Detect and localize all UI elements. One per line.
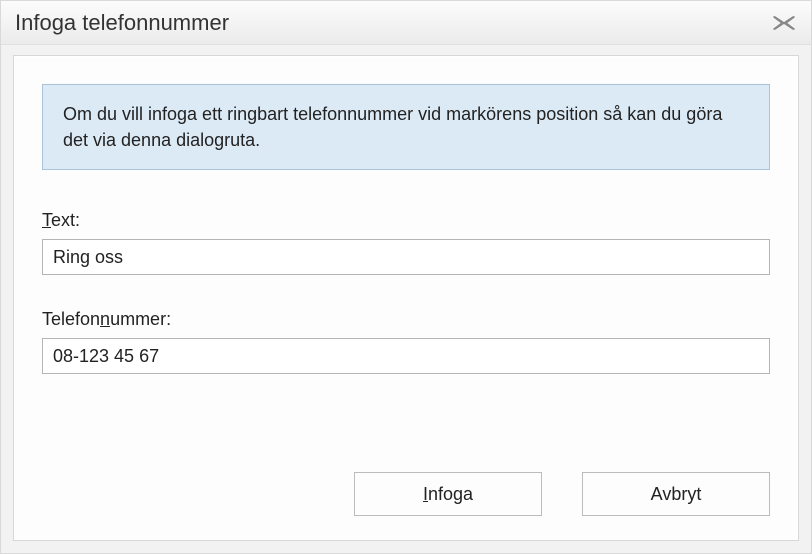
insert-button[interactable]: Infoga [354, 472, 542, 516]
phone-field[interactable] [42, 338, 770, 374]
close-icon[interactable] [771, 14, 797, 32]
phone-field-label: Telefonnummer: [42, 309, 770, 330]
dialog-title: Infoga telefonnummer [15, 10, 771, 36]
button-row: Infoga Avbryt [354, 472, 770, 516]
text-field[interactable] [42, 239, 770, 275]
titlebar: Infoga telefonnummer [1, 1, 811, 45]
info-panel: Om du vill infoga ett ringbart telefonnu… [42, 84, 770, 170]
dialog-window: Infoga telefonnummer Om du vill infoga e… [0, 0, 812, 554]
dialog-body: Om du vill infoga ett ringbart telefonnu… [13, 55, 799, 541]
text-field-label: Text: [42, 210, 770, 231]
cancel-button[interactable]: Avbryt [582, 472, 770, 516]
